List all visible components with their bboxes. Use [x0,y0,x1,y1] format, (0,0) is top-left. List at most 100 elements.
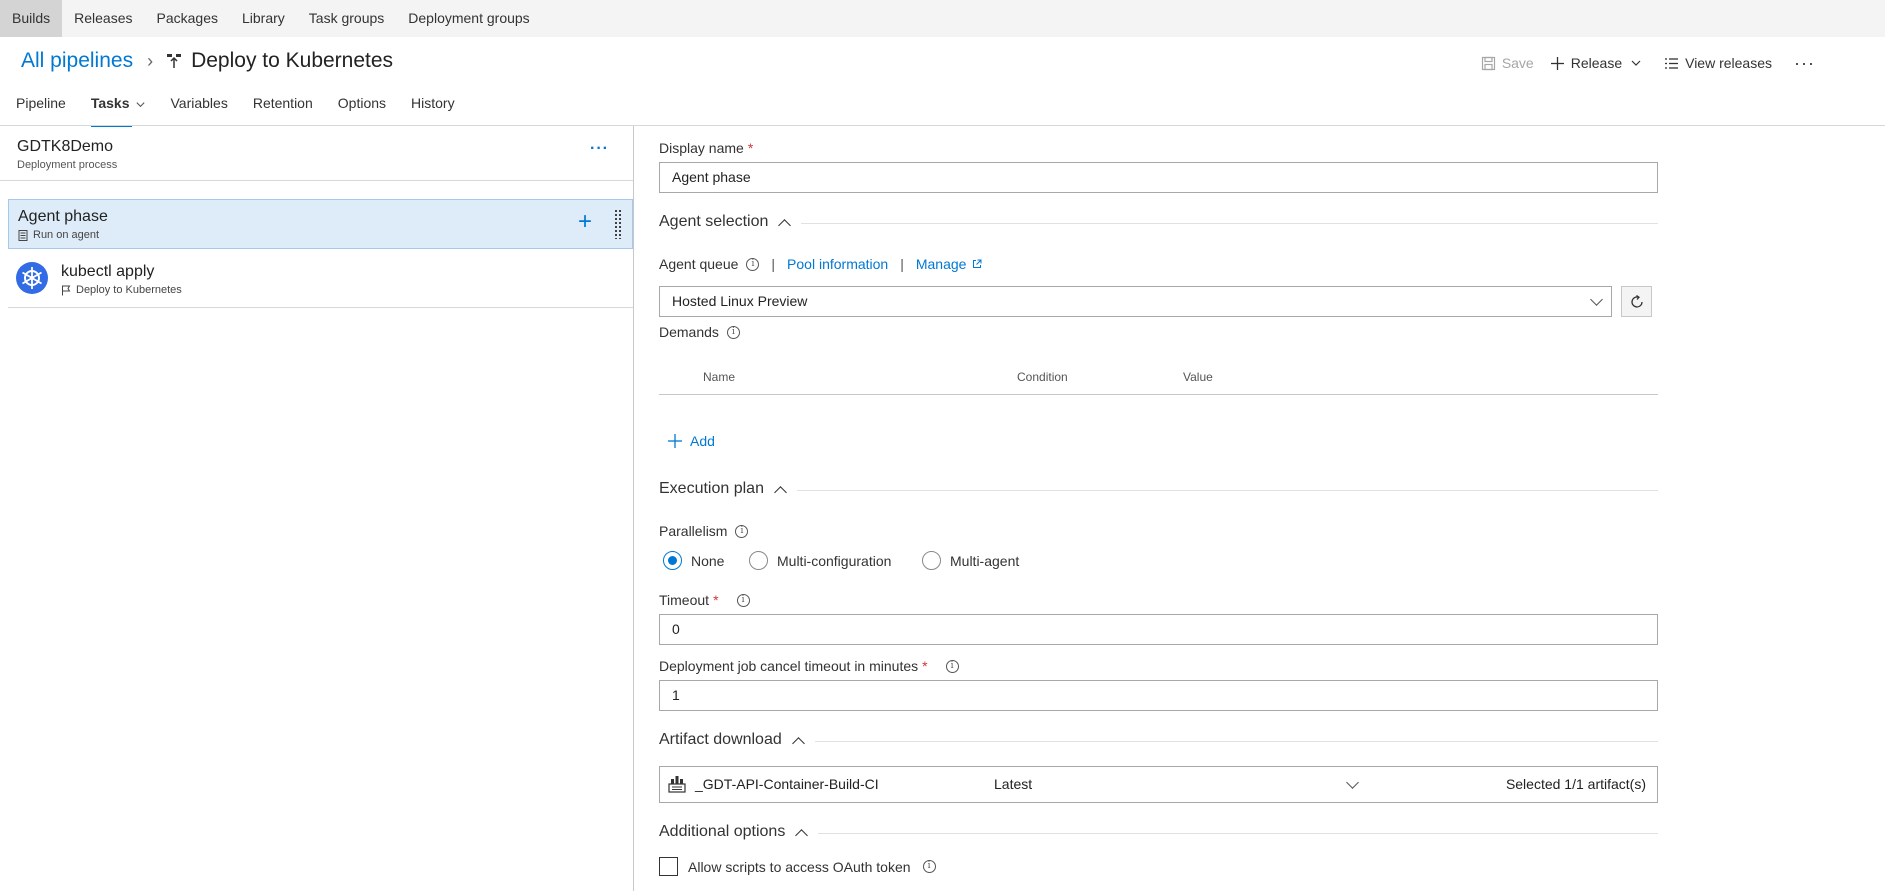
oauth-token-row: Allow scripts to access OAuth token i [659,857,936,876]
info-icon[interactable]: i [746,257,760,271]
artifact-download-section: Artifact download [659,731,1658,751]
artifact-version: Latest [994,776,1033,792]
artifact-download-toggle[interactable]: Artifact download [659,731,815,750]
tab-bar: Pipeline Tasks Variables Retention Optio… [16,95,480,127]
display-name-input[interactable]: Agent phase [659,162,1658,193]
agent-queue-row: Agent queue i | Pool information | Manag… [659,256,982,272]
save-button[interactable]: Save [1481,55,1534,71]
execution-plan-toggle[interactable]: Execution plan [659,480,797,499]
chevron-right-icon: › [147,50,154,71]
display-name-label-text: Display name [659,140,744,156]
cancel-timeout-row: Deployment job cancel timeout in minutes… [659,658,959,674]
section-divider [659,223,1658,224]
agent-queue-value: Hosted Linux Preview [672,293,808,309]
demands-row: Demands i [659,324,740,340]
radio-label: None [691,552,725,569]
display-name-label: Display name * [659,140,753,156]
tab-variables[interactable]: Variables [171,95,228,121]
additional-options-title: Additional options [659,823,786,840]
tab-pipeline[interactable]: Pipeline [16,95,66,121]
info-icon[interactable]: i [922,860,936,873]
demands-label: Demands [659,324,719,340]
phase-subtitle: Run on agent [18,229,99,241]
radio-circle [922,551,941,570]
separator: | [771,256,776,272]
chevron-up-icon [778,218,792,232]
execution-plan-section: Execution plan [659,480,1658,500]
task-item-kubectl[interactable]: kubectl apply Deploy to Kubernetes [8,250,633,308]
task-subtitle-text: Deploy to Kubernetes [76,284,182,296]
info-icon[interactable]: i [945,659,959,673]
agent-selection-section: Agent selection [659,213,1658,233]
nav-deployment-groups[interactable]: Deployment groups [396,0,541,37]
save-icon [1481,56,1495,70]
agent-selection-title: Agent selection [659,213,769,230]
required-marker: * [713,592,719,608]
plus-icon [1550,56,1564,70]
tab-retention[interactable]: Retention [253,95,313,121]
required-marker: * [747,140,754,156]
nav-task-groups[interactable]: Task groups [297,0,396,37]
timeout-row: Timeout * i [659,592,750,608]
view-releases-button[interactable]: View releases [1664,55,1772,71]
nav-builds[interactable]: Builds [0,0,63,37]
nav-library[interactable]: Library [230,0,297,37]
parallelism-multi-configuration-radio[interactable]: Multi-configuration [749,551,891,570]
agent-queue-select[interactable]: Hosted Linux Preview [659,286,1612,317]
phase-subtitle-text: Run on agent [33,229,100,241]
add-task-icon[interactable]: + [578,210,592,234]
agent-queue-label: Agent queue [659,256,739,272]
timeout-input[interactable]: 0 [659,614,1658,645]
refresh-button[interactable] [1621,286,1652,317]
pool-information-link[interactable]: Pool information [787,256,888,272]
all-pipelines-link[interactable]: All pipelines [21,49,133,73]
additional-options-section: Additional options [659,823,1658,843]
chevron-up-icon [774,485,787,499]
artifact-row[interactable]: _GDT-API-Container-Build-CI Latest Selec… [659,766,1658,803]
info-icon[interactable]: i [736,593,750,607]
separator: | [900,256,904,272]
artifact-name: _GDT-API-Container-Build-CI [695,776,879,792]
flag-icon [62,285,71,295]
release-button[interactable]: Release [1550,55,1642,71]
task-name: kubectl apply [61,263,155,280]
oauth-token-checkbox[interactable] [659,857,678,876]
info-icon[interactable]: i [726,325,740,339]
more-actions-icon[interactable]: ··· [1794,53,1815,74]
cancel-timeout-input[interactable]: 1 [659,680,1658,711]
chevron-down-icon [1590,293,1603,306]
nav-releases[interactable]: Releases [62,0,144,37]
nav-packages[interactable]: Packages [145,0,230,37]
parallelism-none-radio[interactable]: None [663,551,724,570]
execution-plan-title: Execution plan [659,480,764,497]
drag-handle-icon[interactable] [614,209,622,239]
release-label: Release [1570,55,1623,71]
view-releases-label: View releases [1685,55,1773,71]
oauth-token-label: Allow scripts to access OAuth token [688,858,911,875]
tab-tasks[interactable]: Tasks [90,95,146,127]
tab-history[interactable]: History [411,95,455,121]
build-artifact-icon [668,776,686,793]
page-header: All pipelines › Deploy to Kubernetes Sav… [0,37,1885,127]
section-divider [659,490,1658,491]
add-demand-label: Add [690,433,715,449]
tab-options[interactable]: Options [338,95,386,121]
radio-circle [663,551,682,570]
parallelism-multi-agent-radio[interactable]: Multi-agent [922,551,1019,570]
add-demand-button[interactable]: Add [667,433,715,449]
tab-tasks-label: Tasks [90,95,130,111]
agent-selection-toggle[interactable]: Agent selection [659,213,802,232]
radio-circle [749,551,768,570]
save-label: Save [1501,55,1534,71]
info-icon[interactable]: i [735,524,749,538]
deployment-process-header[interactable]: GDTK8Demo Deployment process ··· [0,126,633,181]
manage-link[interactable]: Manage [916,256,967,272]
demands-table-divider [659,394,1658,395]
radio-label: Multi-configuration [777,552,892,569]
chevron-up-icon [795,828,809,842]
agent-phase-item[interactable]: Agent phase Run on agent + [8,199,633,249]
additional-options-toggle[interactable]: Additional options [659,823,819,842]
parallelism-label: Parallelism [659,523,728,539]
list-icon [1665,57,1679,69]
more-options-icon[interactable]: ··· [590,140,609,158]
